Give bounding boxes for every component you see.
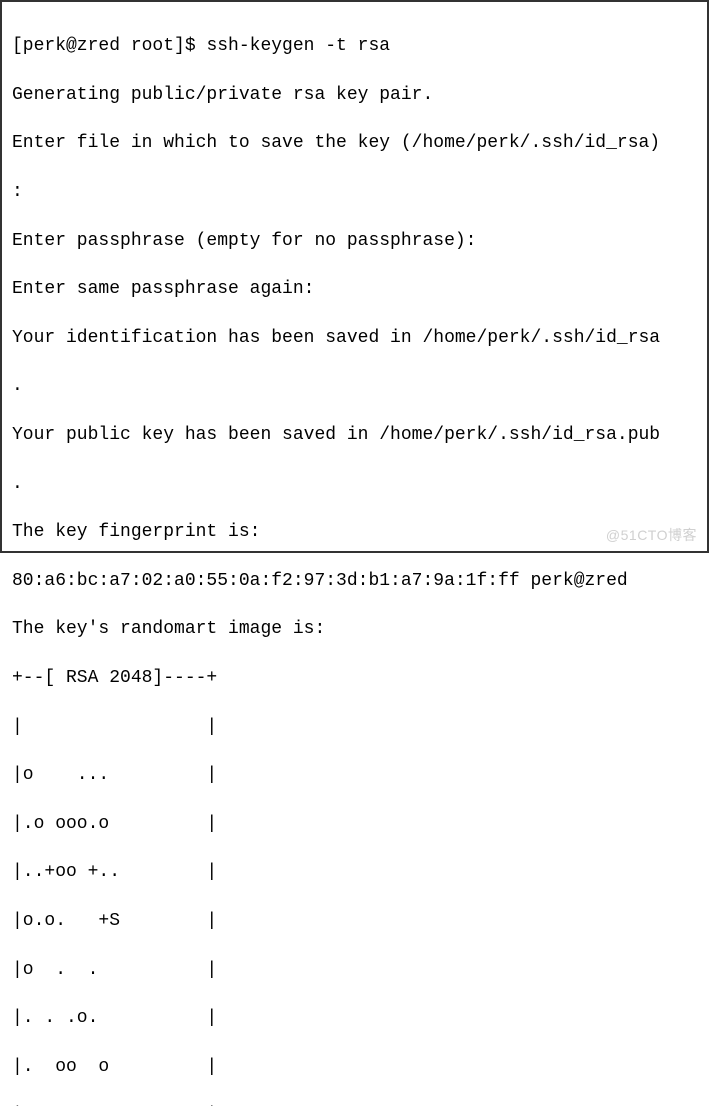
- command-line[interactable]: [perk@zred root]$ ssh-keygen -t rsa: [12, 34, 697, 58]
- output-line: Enter passphrase (empty for no passphras…: [12, 229, 697, 253]
- randomart-line: | .. .. ..E |: [12, 1103, 697, 1106]
- randomart-line: |..+oo +.. |: [12, 860, 697, 884]
- randomart-line: | |: [12, 715, 697, 739]
- output-line: Generating public/private rsa key pair.: [12, 83, 697, 107]
- output-line: Enter file in which to save the key (/ho…: [12, 131, 697, 155]
- output-line: The key fingerprint is:: [12, 520, 697, 544]
- output-line: Enter same passphrase again:: [12, 277, 697, 301]
- output-line: Your identification has been saved in /h…: [12, 326, 697, 350]
- terminal-output: [perk@zred root]$ ssh-keygen -t rsa Gene…: [12, 10, 697, 1106]
- randomart-line: |. . .o. |: [12, 1006, 697, 1030]
- shell-prompt: [perk@zred root]$: [12, 36, 206, 56]
- output-line: .: [12, 374, 697, 398]
- randomart-line: |o.o. +S |: [12, 909, 697, 933]
- output-line: The key's randomart image is:: [12, 617, 697, 641]
- command-text: ssh-keygen -t rsa: [206, 36, 390, 56]
- fingerprint-line: 80:a6:bc:a7:02:a0:55:0a:f2:97:3d:b1:a7:9…: [12, 569, 697, 593]
- watermark-label: @51CTO博客: [606, 526, 697, 545]
- output-line: Your public key has been saved in /home/…: [12, 423, 697, 447]
- randomart-line: +--[ RSA 2048]----+: [12, 666, 697, 690]
- randomart-line: |o ... |: [12, 763, 697, 787]
- randomart-line: |o . . |: [12, 958, 697, 982]
- randomart-line: |.o ooo.o |: [12, 812, 697, 836]
- output-line: :: [12, 180, 697, 204]
- randomart-line: |. oo o |: [12, 1055, 697, 1079]
- output-line: .: [12, 472, 697, 496]
